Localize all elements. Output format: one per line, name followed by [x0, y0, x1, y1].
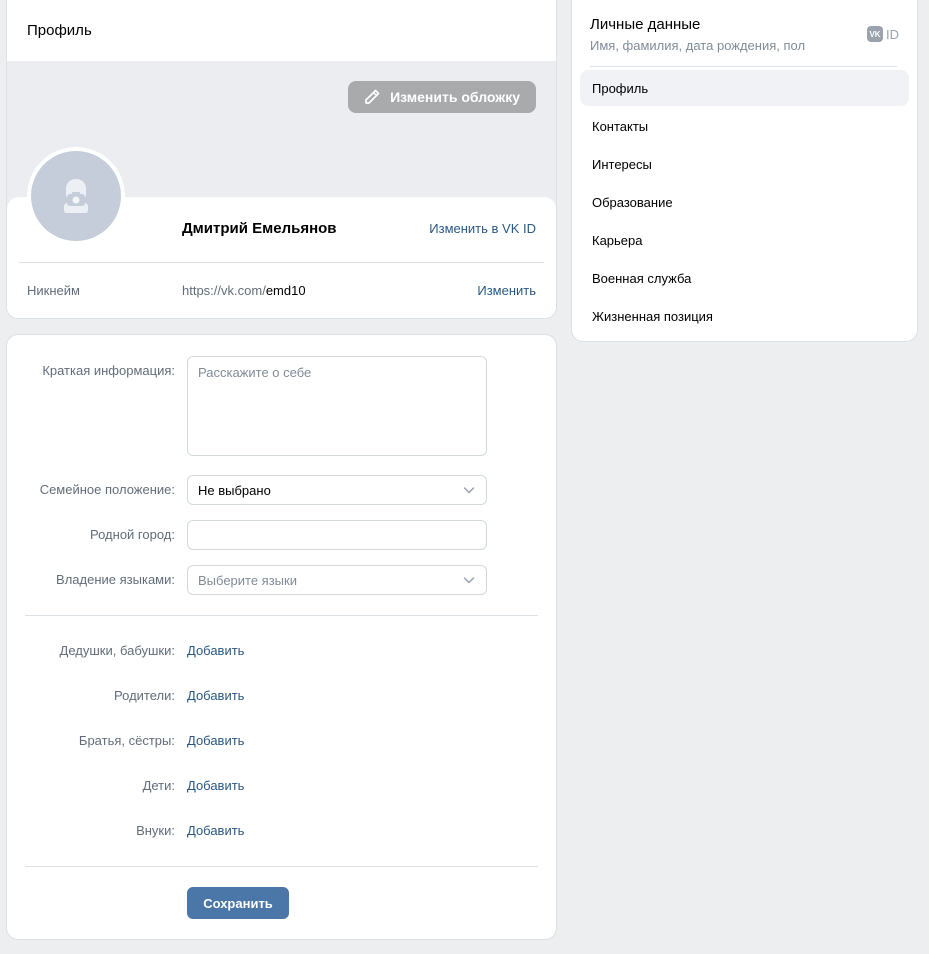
- side-nav-item-military[interactable]: Военная служба: [580, 260, 909, 296]
- relatives-label: Внуки:: [136, 823, 175, 838]
- add-grandparents-link[interactable]: Добавить: [187, 643, 244, 658]
- avatar[interactable]: [27, 147, 125, 245]
- side-nav-item-education[interactable]: Образование: [580, 184, 909, 220]
- divider: [25, 866, 538, 867]
- relatives-label: Дети:: [142, 778, 175, 793]
- profile-card-title: Профиль: [27, 22, 92, 39]
- camera-placeholder-icon: [64, 179, 88, 213]
- change-nickname-link[interactable]: Изменить: [477, 283, 536, 298]
- divider: [25, 615, 538, 616]
- add-children-link[interactable]: Добавить: [187, 778, 244, 793]
- hometown-label: Родной город:: [90, 527, 175, 542]
- languages-placeholder: Выберите языки: [198, 572, 297, 588]
- pencil-icon: [365, 89, 380, 104]
- vkid-text: ID: [886, 26, 899, 42]
- side-nav-item-career[interactable]: Карьера: [580, 222, 909, 258]
- add-grandchildren-link[interactable]: Добавить: [187, 823, 244, 838]
- personal-data-title: Личные данные: [590, 16, 701, 33]
- add-siblings-link[interactable]: Добавить: [187, 733, 244, 748]
- add-parents-link[interactable]: Добавить: [187, 688, 244, 703]
- languages-select[interactable]: Выберите языки: [187, 565, 487, 595]
- save-button[interactable]: Сохранить: [187, 887, 289, 919]
- nickname-url: https://vk.com/emd10: [182, 283, 306, 298]
- relatives-label: Дедушки, бабушки:: [59, 643, 175, 658]
- personal-data-subtitle: Имя, фамилия, дата рождения, пол: [590, 38, 806, 53]
- profile-card: Профиль Изменить обложку Дмитрий Емельян…: [6, 0, 557, 319]
- edit-in-vkid-link[interactable]: Изменить в VK ID: [429, 221, 536, 236]
- side-nav-item-contacts[interactable]: Контакты: [580, 108, 909, 144]
- nickname-value: emd10: [265, 283, 306, 298]
- relatives-label: Родители:: [114, 688, 175, 703]
- about-textarea[interactable]: Расскажите о себе: [187, 356, 487, 456]
- family-status-value: Не выбрано: [198, 482, 271, 498]
- hometown-input[interactable]: [187, 520, 487, 550]
- user-full-name: Дмитрий Емельянов: [182, 220, 337, 237]
- nickname-url-prefix: https://vk.com/: [182, 283, 266, 298]
- vkid-badge[interactable]: VK ID: [867, 26, 899, 42]
- nickname-label: Никнейм: [27, 283, 80, 298]
- languages-label: Владение языками:: [56, 572, 175, 587]
- chevron-down-icon: [463, 487, 475, 494]
- vk-logo-icon: VK: [867, 26, 883, 42]
- divider: [19, 262, 544, 263]
- about-placeholder: Расскажите о себе: [198, 365, 312, 380]
- relatives-label: Братья, сёстры:: [78, 733, 175, 748]
- profile-form-card: Краткая информация: Расскажите о себе Се…: [6, 334, 557, 940]
- divider: [590, 66, 897, 67]
- family-status-select[interactable]: Не выбрано: [187, 475, 487, 505]
- family-status-label: Семейное положение:: [39, 482, 175, 497]
- side-nav-item-life-position[interactable]: Жизненная позиция: [580, 298, 909, 334]
- side-nav-list: Профиль Контакты Интересы Образование Ка…: [580, 70, 909, 336]
- chevron-down-icon: [463, 577, 475, 584]
- change-cover-button[interactable]: Изменить обложку: [348, 81, 536, 113]
- side-nav-item-profile[interactable]: Профиль: [580, 70, 909, 106]
- change-cover-label: Изменить обложку: [390, 89, 520, 105]
- settings-side-nav: Личные данные Имя, фамилия, дата рождени…: [571, 0, 918, 342]
- side-nav-item-interests[interactable]: Интересы: [580, 146, 909, 182]
- about-label: Краткая информация:: [42, 363, 175, 378]
